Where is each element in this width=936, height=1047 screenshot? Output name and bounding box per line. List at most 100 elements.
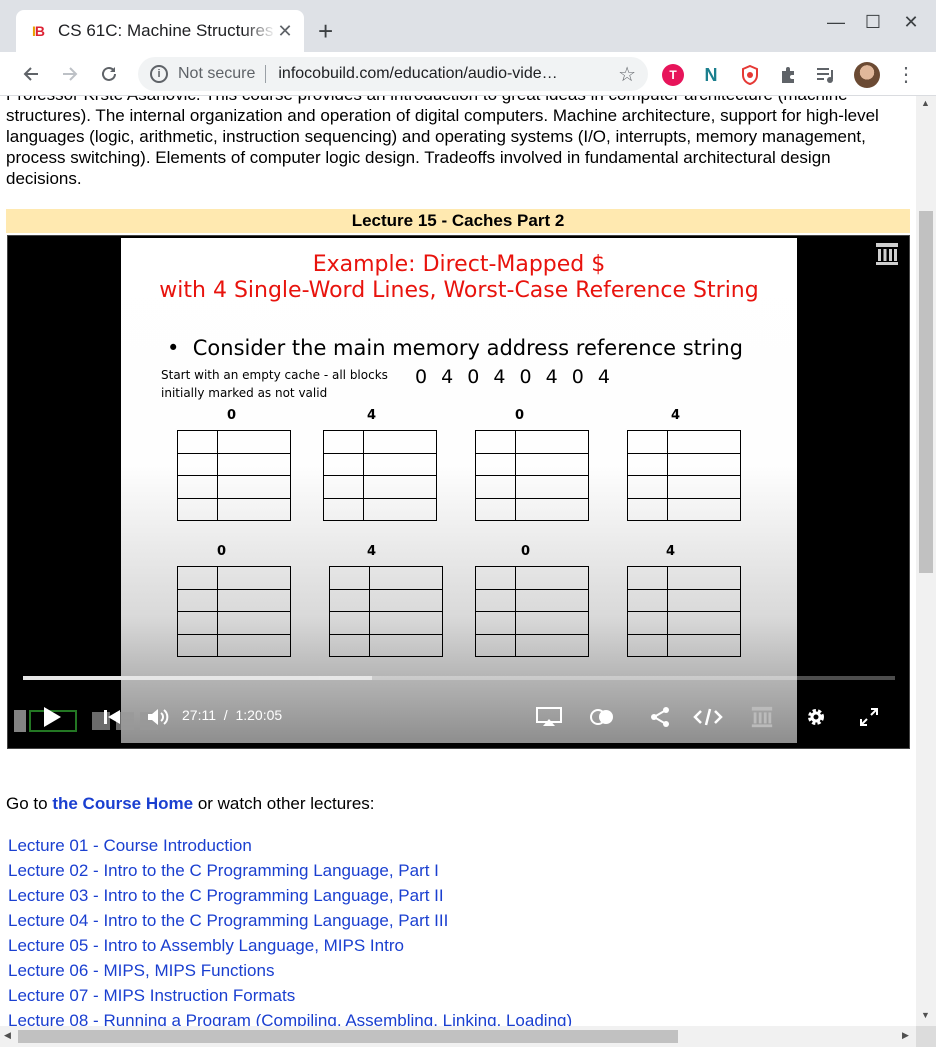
embed-button[interactable]	[692, 703, 724, 731]
cache-line	[178, 431, 290, 454]
cache-line	[476, 498, 588, 521]
cache-line	[330, 634, 442, 657]
extensions-puzzle-icon[interactable]	[778, 64, 800, 86]
back-button[interactable]	[17, 60, 45, 88]
cache-address-label: 4	[367, 408, 377, 423]
cache-line	[330, 612, 442, 635]
vertical-scrollbar[interactable]: ▲ ▼	[916, 96, 936, 1026]
lecture-link[interactable]: Lecture 07 - MIPS Instruction Formats	[8, 983, 572, 1008]
lecture-link[interactable]: Lecture 01 - Course Introduction	[8, 833, 572, 858]
slide-title-line1: Example: Direct-Mapped $	[312, 252, 606, 277]
vertical-scroll-thumb[interactable]	[919, 211, 933, 573]
reload-icon	[102, 66, 116, 81]
cache-line	[178, 589, 290, 612]
lecture-link[interactable]: Lecture 03 - Intro to the C Programming …	[8, 883, 572, 908]
scroll-right-arrow-icon[interactable]: ▶	[902, 1030, 909, 1041]
lecture-heading: Lecture 15 - Caches Part 2	[6, 209, 910, 233]
cache-line	[324, 453, 436, 476]
slide-note-line2: initially marked as not valid	[161, 386, 328, 400]
slide-bullet-text: Consider the main memory address referen…	[192, 336, 744, 360]
close-window-button[interactable]: ✕	[893, 12, 929, 33]
close-tab-icon[interactable]: ✕	[276, 21, 294, 42]
site-favicon-icon: IB	[31, 23, 45, 39]
reload-button[interactable]	[95, 60, 123, 88]
extension-shield-icon[interactable]	[739, 64, 761, 86]
slide-bullet: • Consider the main memory address refer…	[167, 336, 744, 360]
media-playlist-icon[interactable]	[815, 64, 837, 86]
cache-line	[178, 498, 290, 521]
archive-icon	[751, 706, 773, 728]
arrow-right-icon	[63, 67, 78, 81]
current-time: 27:11	[182, 707, 216, 723]
share-button[interactable]	[644, 703, 676, 731]
bookmark-star-icon[interactable]: ☆	[618, 62, 636, 87]
lecture-link[interactable]: Lecture 04 - Intro to the C Programming …	[8, 908, 572, 933]
cache-table	[475, 430, 589, 521]
browser-tab[interactable]: IB CS 61C: Machine Structures ✕	[16, 10, 304, 52]
lecture-list: Lecture 01 - Course Introduction Lecture …	[8, 833, 572, 1026]
course-home-link[interactable]: the Course Home	[52, 794, 193, 813]
minimize-window-button[interactable]: —	[818, 12, 854, 33]
color-toggle-button[interactable]	[586, 703, 618, 731]
goto-prefix: Go to	[6, 794, 48, 813]
duration: 1:20:05	[235, 707, 283, 723]
cache-line	[476, 453, 588, 476]
cache-line	[628, 612, 740, 635]
previous-button[interactable]	[96, 703, 128, 731]
new-tab-button[interactable]: +	[318, 18, 333, 44]
maximize-window-button[interactable]: ☐	[855, 12, 891, 33]
archive-button[interactable]	[746, 703, 778, 731]
lecture-slide: Example: Direct-Mapped $ with 4 Single-W…	[121, 238, 797, 743]
cache-line	[178, 567, 290, 590]
cache-table	[627, 566, 741, 657]
volume-button[interactable]	[142, 703, 174, 731]
extension-n-icon[interactable]: N	[700, 64, 722, 86]
video-progress-bar[interactable]	[23, 676, 895, 680]
cache-line	[628, 634, 740, 657]
contrast-icon	[590, 709, 613, 725]
cache-line	[628, 431, 740, 454]
overlay-toolbar-widget[interactable]	[12, 708, 162, 734]
fullscreen-button[interactable]	[853, 703, 885, 731]
lecture-link[interactable]: Lecture 06 - MIPS, MIPS Functions	[8, 958, 572, 983]
fullscreen-icon	[860, 708, 878, 726]
lecture-link[interactable]: Lecture 02 - Intro to the C Programming …	[8, 858, 572, 883]
settings-button[interactable]	[800, 703, 832, 731]
url-text[interactable]: infocobuild.com/education/audio-vide…	[266, 65, 610, 83]
lecture-link[interactable]: Lecture 08 - Running a Program (Compilin…	[8, 1008, 572, 1026]
time-separator: /	[223, 707, 228, 723]
cache-line	[178, 453, 290, 476]
slide-note-line1: Start with an empty cache - all blocks	[161, 368, 388, 382]
profile-avatar[interactable]	[854, 62, 880, 88]
page-content: Professor Krste Asanovic. This course pr…	[0, 96, 916, 1026]
info-icon[interactable]: i	[150, 65, 168, 83]
address-bar[interactable]: i Not secure infocobuild.com/education/a…	[138, 57, 648, 91]
horizontal-scroll-thumb[interactable]	[18, 1030, 678, 1043]
forward-button[interactable]	[56, 60, 84, 88]
tab-strip: IB CS 61C: Machine Structures ✕ + — ☐ ✕	[0, 0, 936, 52]
cache-table	[177, 566, 291, 657]
cache-address-label: 4	[367, 544, 377, 559]
cache-table	[627, 430, 741, 521]
cache-line	[476, 567, 588, 590]
video-progress-fill	[23, 676, 320, 680]
video-player[interactable]: Example: Direct-Mapped $ with 4 Single-W…	[7, 235, 910, 749]
airplay-button[interactable]	[533, 703, 565, 731]
embed-code-icon	[693, 708, 723, 726]
slide-title-line2: with 4 Single-Word Lines, Worst-Case Ref…	[159, 278, 759, 303]
scroll-left-arrow-icon[interactable]: ◀	[4, 1030, 11, 1041]
arrow-left-icon	[23, 67, 38, 81]
browser-menu-icon[interactable]: ⋮	[896, 62, 916, 87]
cache-address-label: 0	[227, 408, 237, 423]
horizontal-scrollbar[interactable]: ◀ ▶	[0, 1026, 916, 1047]
scroll-down-arrow-icon[interactable]: ▼	[921, 1010, 930, 1020]
slide-note: Start with an empty cache - all blocks i…	[161, 366, 388, 402]
cache-line	[476, 612, 588, 635]
goto-suffix: or watch other lectures:	[197, 794, 375, 813]
play-button[interactable]	[36, 703, 68, 731]
lecture-link[interactable]: Lecture 05 - Intro to Assembly Language,…	[8, 933, 572, 958]
cache-address-label: 4	[671, 408, 681, 423]
scroll-up-arrow-icon[interactable]: ▲	[921, 98, 930, 108]
cache-address-label: 4	[666, 544, 676, 559]
extension-t-icon[interactable]: T	[662, 64, 684, 86]
